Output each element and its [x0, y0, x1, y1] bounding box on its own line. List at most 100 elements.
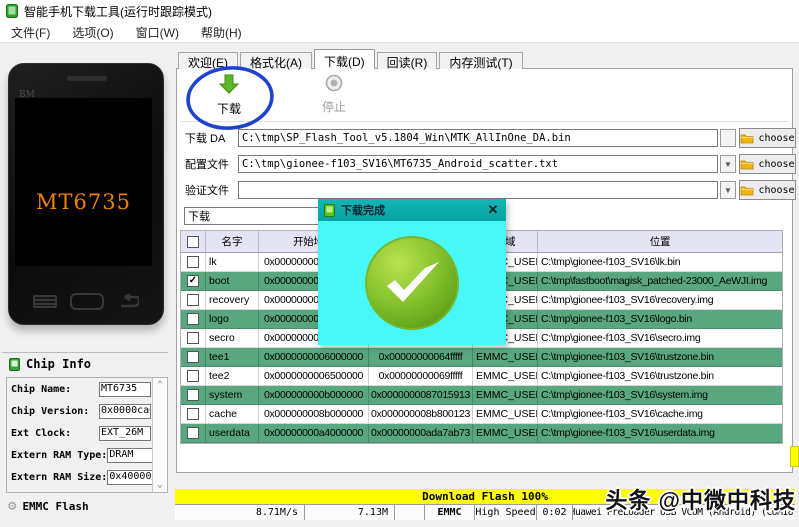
progress-label: Download Flash 100% — [422, 490, 548, 503]
cell-end-address: 0x000000008b800123 — [369, 405, 473, 424]
cell-start-address: 0x00000000a4000000 — [259, 424, 369, 443]
row-checkbox[interactable] — [187, 370, 199, 382]
chip-field-label: Chip Version: — [11, 406, 89, 417]
cell-start-address: 0x000000000b000000 — [259, 386, 369, 405]
cell-location: C:\tmp\gionee-f103_SV16\trustzone.bin — [538, 348, 782, 367]
menu-item-help[interactable]: 帮助(H) — [190, 22, 253, 42]
checkbox-cell — [181, 424, 206, 443]
dialog-title-bar[interactable]: 下载完成 ✕ — [318, 199, 506, 221]
stop-button-label: 停止 — [312, 98, 356, 115]
chip-field-label: Extern RAM Size: — [11, 472, 107, 483]
chip-info-panel: Chip Info Chip Name: MT6735 Chip Version:0… — [2, 352, 168, 527]
chip-info-icon — [9, 358, 20, 371]
row-checkbox[interactable] — [187, 408, 199, 420]
cell-name: lk — [206, 253, 259, 272]
download-da-choose-button[interactable]: choose — [739, 128, 796, 148]
chip-field: Extern RAM Size:0x40000000 — [7, 466, 153, 488]
cell-end-address: 0x00000000064fffff — [369, 348, 473, 367]
chip-field-label: Ext Clock: — [11, 428, 71, 439]
phone-chip-label: MT6735 — [15, 190, 152, 214]
close-icon[interactable]: ✕ — [486, 202, 500, 218]
auth-file-dropdown-arrow[interactable]: ▼ — [720, 181, 736, 199]
choose-button-label: choose — [758, 159, 794, 170]
scroll-down-icon[interactable]: ⌄ — [157, 480, 162, 490]
toolbar-separator — [180, 121, 789, 122]
row-checkbox[interactable] — [187, 389, 199, 401]
header-name[interactable]: 名字 — [206, 231, 259, 253]
row-checkbox[interactable] — [187, 313, 199, 325]
cell-location: C:\tmp\gionee-f103_SV16\lk.bin — [538, 253, 782, 272]
table-row-tee1[interactable]: tee10x00000000060000000x00000000064fffff… — [181, 348, 782, 367]
scatter-file-choose-button[interactable]: choose — [739, 154, 796, 174]
cell-start-address: 0x0000000006500000 — [259, 367, 369, 386]
chip-field-value: MT6735 — [99, 382, 151, 397]
chip-field: Chip Version:0x0000ca00 — [7, 400, 153, 422]
tab-readback[interactable]: 回读(R) — [377, 52, 438, 69]
row-checkbox[interactable] — [187, 256, 199, 268]
scatter-file-label: 配置文件 — [185, 156, 237, 172]
cell-name: userdata — [206, 424, 259, 443]
chip-field: Ext Clock:EXT_26M — [7, 422, 153, 444]
scatter-file-input[interactable] — [238, 155, 718, 173]
download-button[interactable]: 下载 — [205, 74, 253, 117]
chip-info-box: Chip Name:MT6735Chip Version:0x0000ca00E… — [6, 377, 168, 493]
checkbox-cell — [181, 348, 206, 367]
auth-file-input[interactable] — [238, 181, 718, 199]
row-checkbox[interactable] — [187, 332, 199, 344]
status-speed: 8.71M/s — [175, 505, 305, 520]
menu-item-window[interactable]: 窗口(W) — [125, 22, 190, 42]
table-row-userdata[interactable]: userdata0x00000000a40000000x00000000ada7… — [181, 424, 782, 443]
form-row-auth-file: 验证文件▼choose — [185, 181, 237, 199]
download-da-input[interactable] — [238, 129, 718, 147]
table-row-tee2[interactable]: tee20x00000000065000000x00000000069fffff… — [181, 367, 782, 386]
table-row-cache[interactable]: cache0x000000008b0000000x000000008b80012… — [181, 405, 782, 424]
phone-back-icon — [117, 294, 139, 310]
checkbox-cell — [181, 253, 206, 272]
status-usb-speed: High Speed — [475, 505, 537, 520]
tab-download[interactable]: 下载(D) — [314, 49, 375, 69]
cell-end-address: 0x0000000087015913 — [369, 386, 473, 405]
tab-welcome[interactable]: 欢迎(E) — [178, 52, 238, 69]
scroll-up-icon[interactable]: ⌃ — [157, 380, 162, 390]
menu-item-options[interactable]: 选项(O) — [61, 22, 124, 42]
status-elapsed-time: 0:02 — [537, 505, 573, 520]
cell-end-address: 0x00000000069fffff — [369, 367, 473, 386]
download-mode-value: 下载 — [185, 208, 339, 224]
dialog-title: 下载完成 — [341, 202, 480, 218]
header-checkbox-cell — [181, 231, 206, 253]
header-loc[interactable]: 位置 — [538, 231, 782, 253]
scatter-file-dropdown-arrow[interactable]: ▼ — [720, 155, 736, 173]
download-da-box[interactable] — [720, 129, 736, 147]
chip-info-scrollbar[interactable]: ⌃ ⌄ — [152, 378, 167, 492]
tab-memory-test[interactable]: 内存测试(T) — [439, 52, 522, 69]
phone-nav-buttons — [9, 293, 163, 310]
stop-button[interactable]: 停止 — [312, 74, 356, 115]
cell-end-address: 0x00000000ada7ab73 — [369, 424, 473, 443]
auth-file-choose-button[interactable]: choose — [739, 180, 796, 200]
phone-home-icon — [70, 293, 104, 310]
tab-format[interactable]: 格式化(A) — [240, 52, 312, 69]
chip-field-label: Chip Name: — [11, 384, 71, 395]
row-checkbox[interactable] — [187, 351, 199, 363]
table-row-system[interactable]: system0x000000000b0000000x00000000870159… — [181, 386, 782, 405]
tab-bar: 欢迎(E)格式化(A)下载(D)回读(R)内存测试(T) — [178, 49, 525, 69]
cell-location: C:\tmp\gionee-f103_SV16\secro.img — [538, 329, 782, 348]
chip-field-partial — [7, 488, 153, 493]
folder-icon — [740, 133, 754, 144]
cell-name: secro — [206, 329, 259, 348]
chip-info-title: Chip Info — [26, 357, 91, 371]
folder-icon — [740, 185, 754, 196]
select-all-checkbox[interactable] — [187, 236, 199, 248]
download-da-label: 下载 DA — [185, 130, 237, 146]
row-checkbox[interactable] — [187, 294, 199, 306]
cell-start-address: 0x000000008b000000 — [259, 405, 369, 424]
row-checkbox[interactable] — [187, 427, 199, 439]
row-checkbox[interactable]: ✓ — [187, 275, 199, 287]
title-bar: 智能手机下载工具(运行时跟踪模式) — [0, 0, 799, 22]
cell-location: C:\tmp\gionee-f103_SV16\system.img — [538, 386, 782, 405]
progress-fragment — [790, 446, 799, 467]
cell-location: C:\tmp\gionee-f103_SV16\cache.img — [538, 405, 782, 424]
menu-item-file[interactable]: 文件(F) — [0, 22, 61, 42]
folder-icon — [740, 159, 754, 170]
cell-name: recovery — [206, 291, 259, 310]
